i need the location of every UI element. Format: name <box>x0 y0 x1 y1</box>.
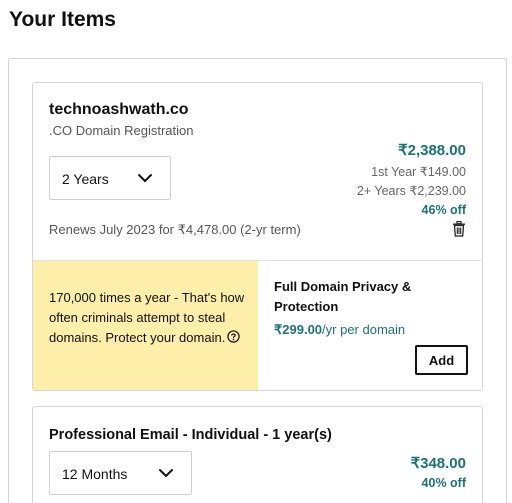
page-title: Your Items <box>9 8 116 31</box>
domain-discount: 46% off <box>421 203 466 217</box>
email-price: ₹348.00 <box>410 455 466 472</box>
email-product-title: Professional Email - Individual - 1 year… <box>49 427 332 443</box>
email-term-dropdown[interactable]: 12 Months <box>49 451 192 495</box>
question-circle-icon[interactable] <box>227 330 240 343</box>
privacy-upsell: 170,000 times a year - That's how often … <box>33 260 482 390</box>
term-dropdown-value: 2 Years <box>62 171 109 187</box>
first-year-price: 1st Year ₹149.00 <box>371 165 466 179</box>
domain-type: .CO Domain Registration <box>49 123 194 138</box>
addon-price-unit: /yr per domain <box>322 322 406 337</box>
chevron-down-icon <box>138 174 152 182</box>
domain-item-card: technoashwath.co .CO Domain Registration… <box>32 82 483 391</box>
trash-icon[interactable] <box>452 221 466 237</box>
email-discount: 40% off <box>421 476 466 490</box>
addon-title: Full Domain Privacy & Protection <box>274 279 412 314</box>
email-item-card: Professional Email - Individual - 1 year… <box>32 406 483 503</box>
addon-price-amount: ₹299.00 <box>274 322 323 337</box>
later-years-price: 2+ Years ₹2,239.00 <box>356 184 466 198</box>
promo-text: 170,000 times a year - That's how often … <box>49 288 249 348</box>
chevron-down-icon <box>159 469 173 477</box>
promo-panel: 170,000 times a year - That's how often … <box>33 261 258 390</box>
addon-price: ₹299.00/yr per domain <box>274 322 405 338</box>
promo-message: 170,000 times a year - That's how often … <box>49 290 245 345</box>
domain-name: technoashwath.co <box>49 101 189 118</box>
add-privacy-button[interactable]: Add <box>415 345 468 375</box>
renewal-info: Renews July 2023 for ₹4,478.00 (2-yr ter… <box>49 222 301 237</box>
email-term-value: 12 Months <box>62 466 128 482</box>
domain-price: ₹2,388.00 <box>398 142 466 159</box>
term-dropdown[interactable]: 2 Years <box>49 156 171 200</box>
addon-panel: Full Domain Privacy & Protection ₹299.00… <box>258 261 482 390</box>
